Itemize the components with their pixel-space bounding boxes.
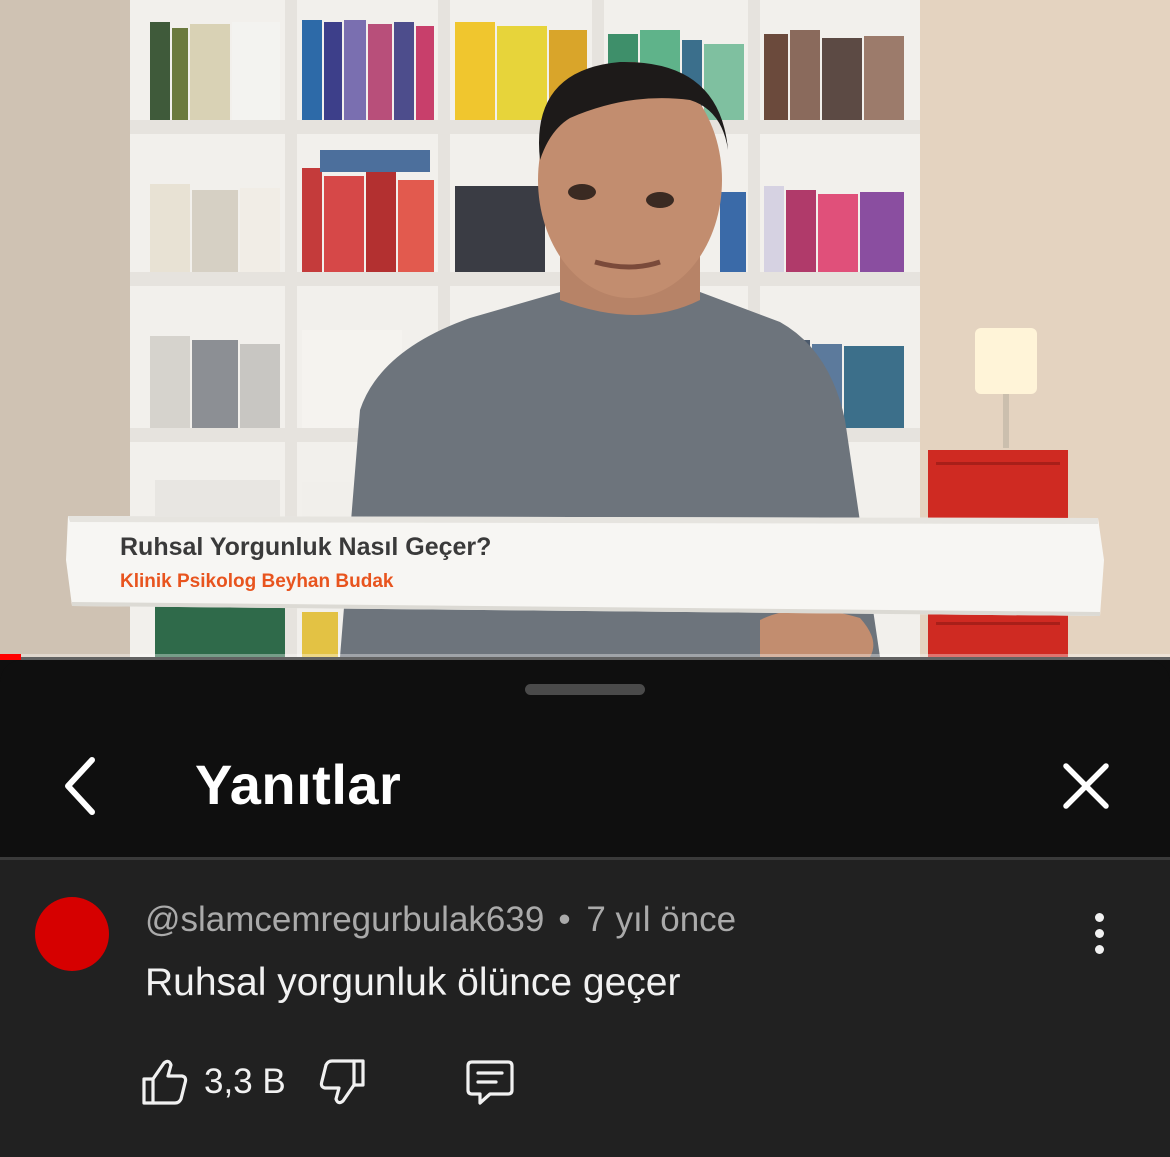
sheet-drag-handle[interactable] [525,684,645,695]
more-vert-icon-dot [1094,928,1104,938]
close-button[interactable] [1052,750,1120,822]
comment-time: 7 yıl önce [586,900,737,939]
lower-third-subtitle: Klinik Psikolog Beyhan Budak [120,571,394,592]
like-count: 3,3 B [204,1062,286,1101]
comment-actions: 3,3 B [140,1052,560,1112]
dislike-button[interactable] [312,1052,372,1112]
chevron-left-icon [65,757,95,815]
lower-third-title: Ruhsal Yorgunluk Nasıl Geçer? [120,533,492,561]
more-vert-icon [1094,912,1104,922]
avatar[interactable] [35,897,109,971]
replies-sheet: Yanıtlar @slamcemregurbulak639 • 7 yıl ön… [0,660,1170,1157]
meta-separator: • [558,900,571,939]
sheet-title: Yanıtlar [195,753,402,816]
reply-button[interactable] [460,1052,520,1112]
thumbs-down-icon [319,1059,365,1105]
video-player[interactable]: Ruhsal Yorgunluk Nasıl Geçer? Klinik Psi… [0,0,1170,657]
thumbs-up-icon [142,1059,188,1105]
like-button[interactable]: 3,3 B [140,1052,286,1112]
more-options-button[interactable] [1078,907,1120,959]
back-button[interactable] [52,750,108,822]
comment-icon [466,1060,514,1105]
close-icon [1063,763,1109,809]
comment-author[interactable]: @slamcemregurbulak639 [145,900,544,939]
video-progress-fill [0,654,22,660]
more-vert-icon-dot [1094,944,1104,954]
comment-meta: @slamcemregurbulak639 • 7 yıl önce [145,900,736,940]
comment-text: Ruhsal yorgunluk ölünce geçer [145,961,681,1004]
comment-item: @slamcemregurbulak639 • 7 yıl önce Ruhsal… [0,860,1170,1157]
